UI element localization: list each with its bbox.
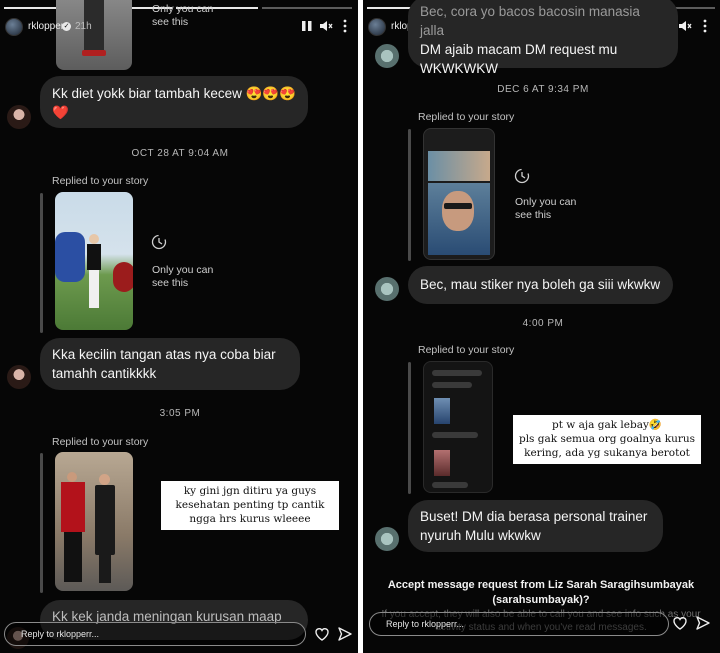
story-thumbnail[interactable] bbox=[55, 192, 133, 330]
timestamp: OCT 28 AT 9:04 AM bbox=[131, 148, 229, 159]
message-bubble[interactable]: Bec, mau stiker nya boleh ga siii wkwkw bbox=[408, 266, 673, 304]
reply-divider bbox=[408, 362, 411, 494]
heart-icon[interactable] bbox=[672, 615, 688, 631]
story-thumbnail[interactable] bbox=[423, 361, 493, 493]
sender-avatar[interactable] bbox=[375, 527, 399, 551]
message-text: Bec, cora yo bacos bacosin manasia jalla bbox=[420, 4, 640, 38]
avatar[interactable] bbox=[368, 18, 386, 36]
timestamp: 3:05 PM bbox=[159, 408, 201, 419]
reply-input[interactable]: Reply to rklopperr... bbox=[369, 612, 669, 636]
message-bubble[interactable]: Kk diet yokk biar tambah kecew 😍😍😍❤️ bbox=[40, 76, 308, 128]
story-thumbnail[interactable] bbox=[55, 452, 133, 591]
avatar[interactable] bbox=[5, 18, 23, 36]
caption-line: kesehatan penting tp cantik bbox=[175, 499, 325, 511]
reply-input[interactable]: Reply to rklopperr... bbox=[4, 622, 306, 646]
caption-line: kering, ada yg sukanya berotot bbox=[524, 447, 690, 459]
reply-divider bbox=[40, 453, 43, 593]
message-text: Bec, mau stiker nya boleh ga siii wkwkw bbox=[420, 277, 661, 292]
story-thumbnail[interactable] bbox=[423, 128, 495, 260]
message-text: Kk diet yokk biar tambah kecew 😍😍😍❤️ bbox=[52, 86, 297, 120]
send-icon[interactable] bbox=[695, 615, 711, 631]
message-text: Kka kecilin tangan atas nya coba biar ta… bbox=[52, 347, 276, 381]
caption-line: ngga hrs kurus wleeee bbox=[189, 513, 311, 525]
accept-request-title: Accept message request from Liz Sarah Sa… bbox=[387, 579, 695, 606]
replied-label: Replied to your story bbox=[418, 344, 515, 356]
message-bubble[interactable]: Buset! DM dia berasa personal trainer ny… bbox=[408, 500, 663, 552]
left-story-panel: Only you can see this rklopperr ✓ 21h Kk … bbox=[0, 0, 358, 653]
right-story-panel: sarahsumbayak rklopperr ✓ 21h Bec, cora … bbox=[363, 0, 720, 653]
pause-icon[interactable] bbox=[301, 20, 313, 35]
caption-line: pls gak semua org goalnya kurus bbox=[518, 433, 696, 445]
header-time: 21h bbox=[75, 21, 92, 32]
history-icon bbox=[514, 168, 530, 184]
more-icon[interactable] bbox=[699, 19, 711, 36]
verified-icon: ✓ bbox=[62, 22, 71, 31]
message-bubble[interactable]: Bec, cora yo bacos bacosin manasia jalla… bbox=[408, 0, 678, 76]
replied-label: Replied to your story bbox=[52, 436, 149, 448]
reply-divider bbox=[408, 129, 411, 261]
message-text: WKWKWKW bbox=[420, 61, 498, 76]
history-icon bbox=[151, 234, 167, 250]
mute-icon[interactable] bbox=[319, 20, 333, 35]
caption-line: pt w aja gak lebay🤣 bbox=[552, 419, 662, 431]
story-caption: pt w aja gak lebay🤣 pls gak semua org go… bbox=[513, 415, 701, 464]
caption-line: ky gini jgn ditiru ya guys bbox=[183, 485, 317, 497]
send-icon[interactable] bbox=[337, 626, 353, 642]
sender-avatar[interactable] bbox=[7, 105, 31, 129]
mute-icon[interactable] bbox=[678, 20, 692, 35]
replied-label: Replied to your story bbox=[418, 111, 515, 123]
timestamp: DEC 6 AT 9:34 PM bbox=[497, 84, 589, 95]
only-you-can-see-note: Only you can see this bbox=[152, 3, 214, 28]
timestamp: 4:00 PM bbox=[522, 318, 564, 329]
reply-divider bbox=[40, 193, 43, 333]
heart-icon[interactable] bbox=[314, 626, 330, 642]
sender-avatar[interactable] bbox=[7, 365, 31, 389]
message-text: Buset! DM dia berasa personal trainer ny… bbox=[420, 509, 648, 543]
sender-avatar[interactable] bbox=[375, 44, 399, 68]
only-you-can-see-note: Only you can see this bbox=[515, 196, 577, 221]
sender-avatar[interactable] bbox=[375, 277, 399, 301]
story-thumbnail[interactable] bbox=[56, 0, 132, 70]
only-you-can-see-note: Only you can see this bbox=[152, 264, 214, 289]
story-caption: ky gini jgn ditiru ya guys kesehatan pen… bbox=[161, 481, 339, 530]
message-text: DM ajaib macam DM request mu bbox=[420, 42, 618, 57]
more-icon[interactable] bbox=[339, 19, 351, 36]
replied-label: Replied to your story bbox=[52, 175, 149, 187]
message-bubble[interactable]: Kka kecilin tangan atas nya coba biar ta… bbox=[40, 338, 300, 390]
story-progress-segment bbox=[262, 7, 352, 9]
